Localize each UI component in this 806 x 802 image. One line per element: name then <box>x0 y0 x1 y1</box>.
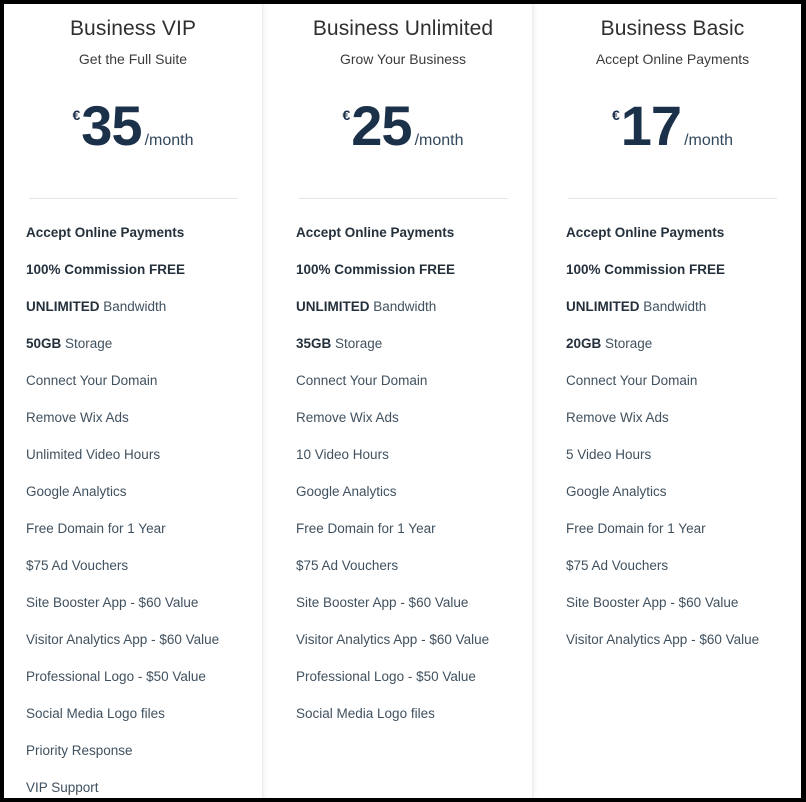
plan-feature-item: Remove Wix Ads <box>296 410 399 425</box>
plan-feature-item: Priority Response <box>26 743 133 758</box>
plan-card-business-unlimited[interactable]: Business Unlimited Grow Your Business € … <box>274 4 532 798</box>
plan-feature-item: 50GB Storage <box>26 336 113 351</box>
plan-feature-item: Remove Wix Ads <box>26 410 129 425</box>
plan-feature-item: Visitor Analytics App - $60 Value <box>296 632 490 647</box>
currency-symbol: € <box>611 107 620 123</box>
plan-feature-item: VIP Support <box>26 780 99 795</box>
plan-price-block: € 17 /month <box>566 88 779 154</box>
price-amount: 17 <box>620 94 682 157</box>
plan-feature-item: Accept Online Payments <box>296 225 455 240</box>
pricing-plans-row: Business VIP Get the Full Suite € 35 /mo… <box>4 4 801 798</box>
pricing-page-frame: Business VIP Get the Full Suite € 35 /mo… <box>4 4 801 798</box>
plan-tagline: Get the Full Suite <box>78 51 188 67</box>
plan-feature-item: UNLIMITED Bandwidth <box>566 299 707 314</box>
plan-feature-item: Social Media Logo files <box>296 706 435 721</box>
plan-tagline: Grow Your Business <box>339 51 467 67</box>
currency-symbol: € <box>72 107 81 123</box>
plan-feature-item: Accept Online Payments <box>26 225 185 240</box>
plan-feature-item: Social Media Logo files <box>26 706 165 721</box>
price-period: /month <box>414 132 464 149</box>
plan-card-content: Business Basic Accept Online Payments € … <box>544 16 801 648</box>
plan-feature-item: 10 Video Hours <box>296 447 389 462</box>
price-period: /month <box>684 132 733 149</box>
plan-feature-item: Free Domain for 1 Year <box>26 521 166 536</box>
plan-feature-item: Professional Logo - $50 Value <box>26 669 206 684</box>
feature-emphasis: UNLIMITED <box>566 299 640 314</box>
plan-feature-item: Site Booster App - $60 Value <box>296 595 469 610</box>
plan-feature-item: $75 Ad Vouchers <box>566 558 669 573</box>
price-period: /month <box>144 132 194 149</box>
plan-feature-item: Free Domain for 1 Year <box>296 521 436 536</box>
feature-emphasis: UNLIMITED <box>296 299 370 314</box>
plan-feature-item: 35GB Storage <box>296 336 383 351</box>
plan-feature-item: Connect Your Domain <box>296 373 428 388</box>
plan-card-content: Business VIP Get the Full Suite € 35 /mo… <box>4 16 262 796</box>
plan-price-block: € 25 /month <box>296 88 510 154</box>
plan-feature-item: Connect Your Domain <box>26 373 158 388</box>
plan-feature-item: Unlimited Video Hours <box>26 447 161 462</box>
feature-emphasis: 20GB <box>566 336 602 351</box>
feature-emphasis: 50GB <box>26 336 62 351</box>
plan-feature-item: Free Domain for 1 Year <box>566 521 706 536</box>
plan-feature-item: Visitor Analytics App - $60 Value <box>566 632 760 647</box>
plan-feature-item: 100% Commission FREE <box>296 262 456 277</box>
card-gap-divider-1 <box>262 4 274 798</box>
plan-feature-item: 100% Commission FREE <box>566 262 726 277</box>
currency-symbol: € <box>342 107 351 123</box>
plan-card-business-vip[interactable]: Business VIP Get the Full Suite € 35 /mo… <box>4 4 262 798</box>
plan-feature-item: Site Booster App - $60 Value <box>26 595 199 610</box>
plan-feature-list: Accept Online Payments 100% Commission FR… <box>296 225 510 722</box>
plan-divider <box>568 198 777 199</box>
plan-card-content: Business Unlimited Grow Your Business € … <box>274 16 532 722</box>
plan-tagline: Accept Online Payments <box>595 51 750 67</box>
feature-emphasis: UNLIMITED <box>26 299 100 314</box>
plan-feature-item: Accept Online Payments <box>566 225 725 240</box>
plan-feature-item: Google Analytics <box>26 484 127 499</box>
feature-emphasis: 35GB <box>296 336 332 351</box>
plan-feature-item: Google Analytics <box>296 484 397 499</box>
plan-title: Business Basic <box>600 17 745 40</box>
price-amount: 35 <box>81 94 142 157</box>
plan-feature-item: 20GB Storage <box>566 336 653 351</box>
plan-feature-item: 5 Video Hours <box>566 447 652 462</box>
plan-feature-item: $75 Ad Vouchers <box>296 558 399 573</box>
plan-feature-item: Visitor Analytics App - $60 Value <box>26 632 220 647</box>
plan-feature-list: Accept Online Payments 100% Commission FR… <box>26 225 240 796</box>
plan-divider <box>298 198 508 199</box>
plan-feature-item: UNLIMITED Bandwidth <box>296 299 437 314</box>
plan-title: Business Unlimited <box>312 17 494 40</box>
price-amount: 25 <box>351 94 412 157</box>
plan-price-block: € 35 /month <box>26 88 240 154</box>
plan-feature-list: Accept Online Payments 100% Commission FR… <box>566 225 779 648</box>
plan-feature-item: Professional Logo - $50 Value <box>296 669 476 684</box>
plan-feature-item: 100% Commission FREE <box>26 262 186 277</box>
plan-feature-item: Site Booster App - $60 Value <box>566 595 739 610</box>
plan-title: Business VIP <box>69 17 197 40</box>
plan-feature-item: $75 Ad Vouchers <box>26 558 129 573</box>
plan-feature-item: UNLIMITED Bandwidth <box>26 299 167 314</box>
plan-feature-item: Remove Wix Ads <box>566 410 669 425</box>
plan-feature-item: Google Analytics <box>566 484 667 499</box>
card-gap-divider-2 <box>532 4 544 798</box>
plan-card-business-basic[interactable]: Business Basic Accept Online Payments € … <box>544 4 801 798</box>
plan-divider <box>28 198 238 199</box>
plan-feature-item: Connect Your Domain <box>566 373 698 388</box>
